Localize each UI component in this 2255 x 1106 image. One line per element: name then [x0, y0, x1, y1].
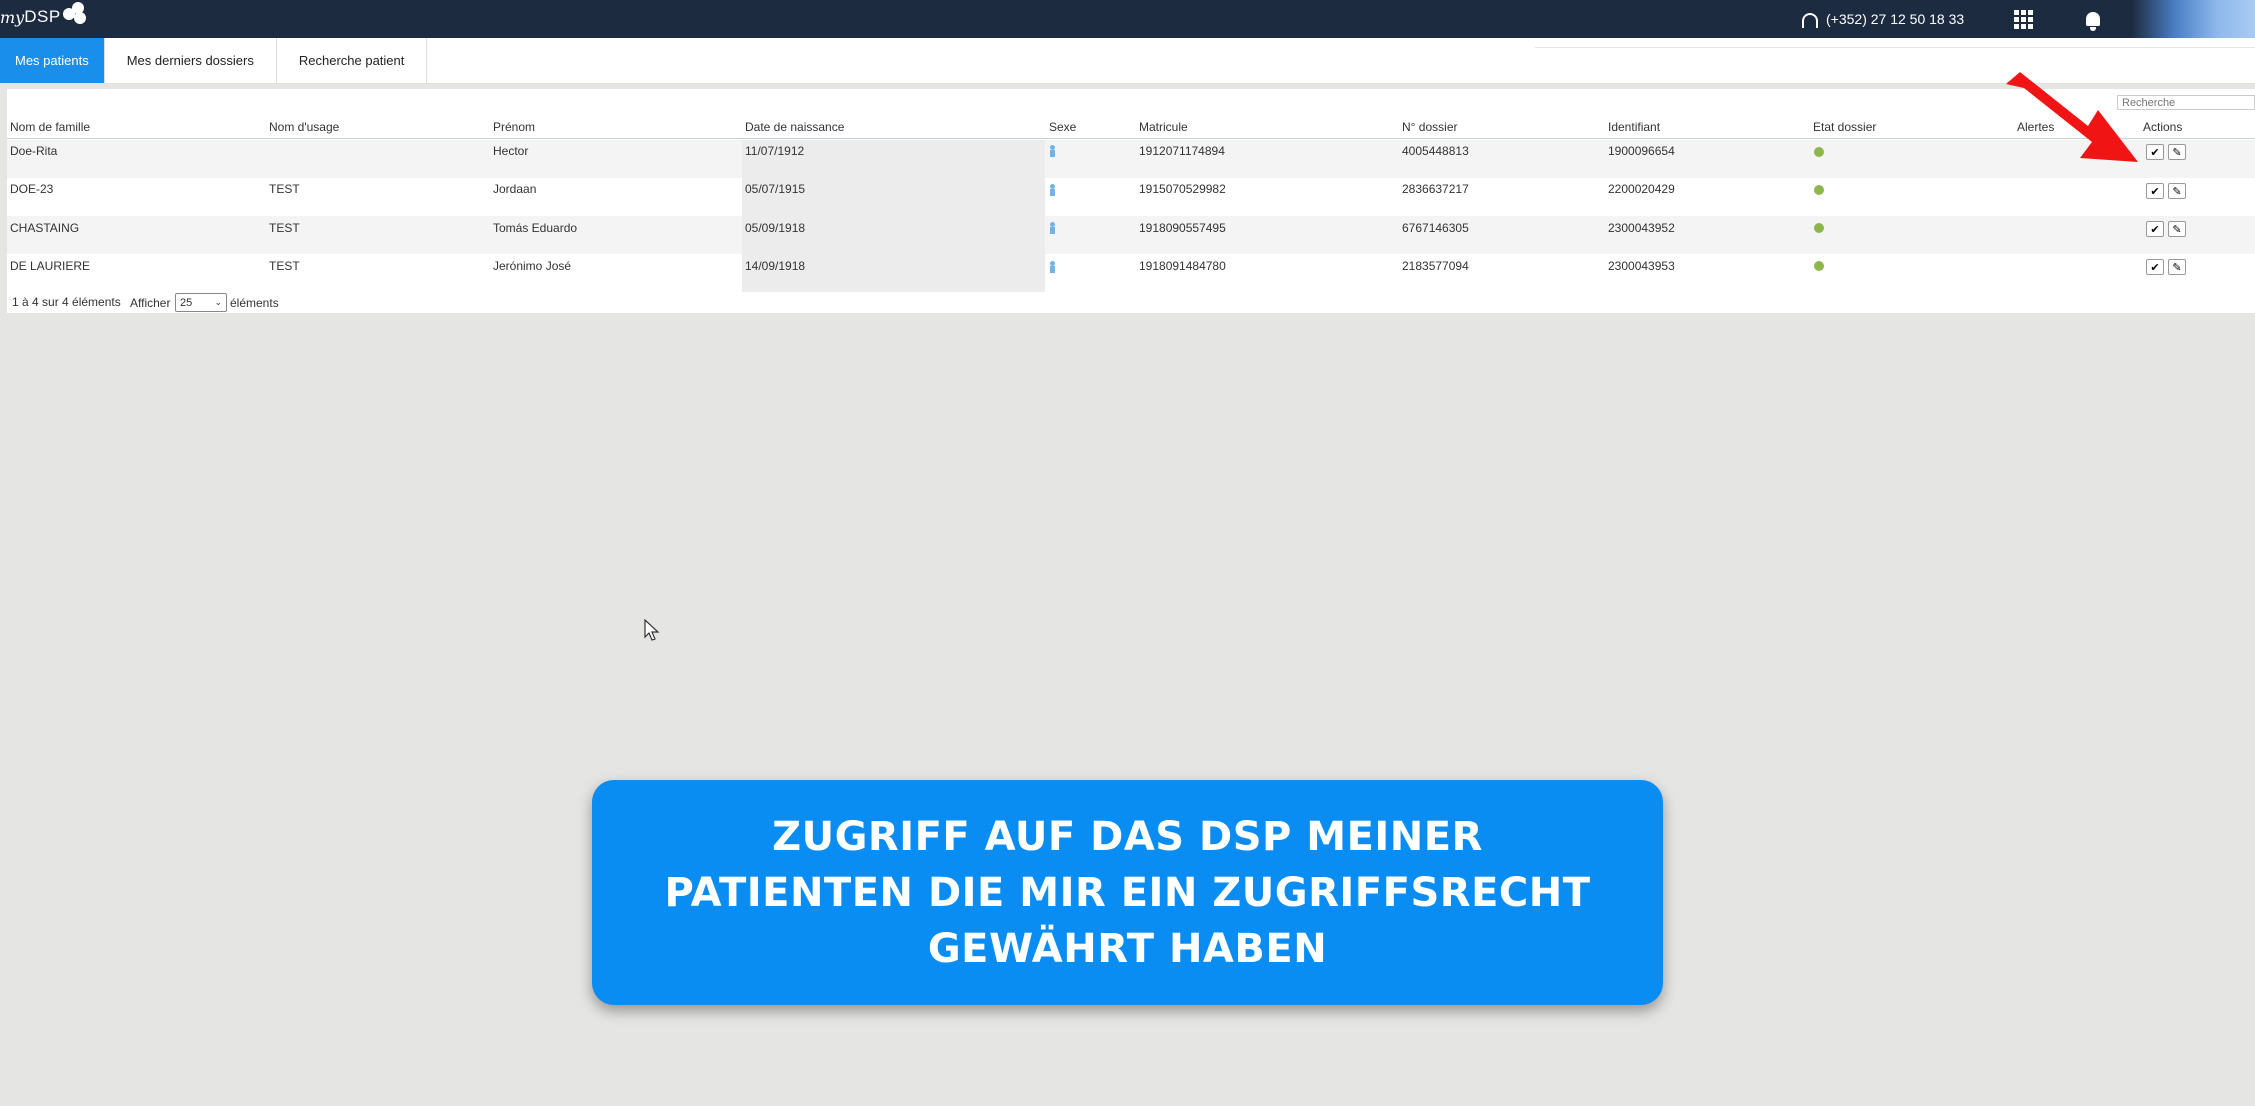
caption-line-1: ZUGRIFF AUF DAS DSP MEINER — [772, 813, 1483, 860]
tabs-divider — [1535, 47, 2255, 48]
cell-date-naissance: 11/07/1912 — [745, 144, 805, 158]
male-icon — [1049, 184, 1056, 196]
cell-nom-famille: DE LAURIERE — [10, 259, 91, 273]
table-row[interactable] — [7, 178, 2255, 216]
tab-bar: Mes patients Mes derniers dossiers Reche… — [0, 38, 2255, 84]
logo-my-text: my — [0, 8, 25, 27]
cell-nom-usage: TEST — [269, 182, 300, 196]
cell-matricule: 1912071174894 — [1139, 144, 1225, 158]
tab-mes-patients[interactable]: Mes patients — [0, 38, 105, 83]
edit-pencil-button[interactable]: ✎ — [2168, 144, 2186, 160]
column-header-prenom[interactable]: Prénom — [493, 120, 535, 134]
caption-line-3: GEWÄHRT HABEN — [927, 925, 1328, 972]
male-icon — [1049, 145, 1056, 157]
notifications-button[interactable] — [2086, 0, 2100, 38]
cell-date-naissance: 05/07/1915 — [745, 182, 806, 196]
cell-n-dossier: 2836637217 — [1402, 182, 1469, 196]
mydsp-logo[interactable]: my DSP — [0, 0, 88, 40]
cell-nom-famille: CHASTAING — [10, 221, 80, 235]
cell-identifiant: 2200020429 — [1608, 182, 1675, 196]
cell-identifiant: 2300043953 — [1608, 259, 1675, 273]
cell-nom-famille: Doe-Rita — [10, 144, 58, 158]
cell-prenom: Jordaan — [493, 182, 537, 196]
column-header-sexe[interactable]: Sexe — [1049, 120, 1076, 134]
bell-icon — [2086, 12, 2100, 31]
column-header-nom-de-famille[interactable]: Nom de famille — [10, 120, 90, 134]
caption-line-2: PATIENTEN DIE MIR EIN ZUGRIFFSRECHT — [664, 869, 1591, 916]
tab-recherche-patient[interactable]: Recherche patient — [277, 38, 428, 83]
page-size-select[interactable]: 25 ⌄ — [175, 293, 227, 312]
caption-text: ZUGRIFF AUF DAS DSP MEINER PATIENTEN DIE… — [664, 809, 1590, 977]
column-header-matricule[interactable]: Matricule — [1139, 120, 1188, 134]
cell-identifiant: 2300043952 — [1608, 221, 1675, 235]
male-icon — [1049, 261, 1056, 273]
cell-date-naissance: 05/09/1918 — [745, 221, 806, 235]
cell-n-dossier: 6767146305 — [1402, 221, 1469, 235]
status-dot-icon — [1814, 185, 1824, 195]
column-header-nom-usage[interactable]: Nom d'usage — [269, 120, 339, 134]
column-header-n-dossier[interactable]: N° dossier — [1402, 120, 1457, 134]
table-row[interactable] — [7, 140, 2255, 178]
cell-prenom: Jerónimo José — [493, 259, 572, 273]
column-header-etat-dossier[interactable]: Etat dossier — [1813, 120, 1876, 134]
caption-banner: ZUGRIFF AUF DAS DSP MEINER PATIENTEN DIE… — [592, 780, 1663, 1005]
tab-mes-derniers-dossiers[interactable]: Mes derniers dossiers — [105, 38, 277, 83]
elements-label: éléments — [230, 296, 279, 310]
edit-pencil-button[interactable]: ✎ — [2168, 183, 2186, 199]
mouse-cursor-icon — [644, 619, 660, 641]
red-arrow-annotation-icon — [2006, 72, 2138, 162]
cell-matricule: 1915070529982 — [1139, 182, 1226, 196]
edit-pencil-button[interactable]: ✎ — [2168, 259, 2186, 275]
cell-matricule: 1918090557495 — [1139, 221, 1226, 235]
edit-pencil-button[interactable]: ✎ — [2168, 221, 2186, 237]
access-check-button[interactable]: ✔ — [2146, 183, 2164, 199]
cell-prenom: Tomás Eduardo — [493, 221, 578, 235]
chevron-down-icon: ⌄ — [214, 297, 222, 307]
table-row[interactable] — [7, 216, 2255, 254]
table-row[interactable] — [7, 254, 2255, 292]
status-dot-icon — [1814, 147, 1824, 157]
access-check-button[interactable]: ✔ — [2146, 221, 2164, 237]
pagination-info: 1 à 4 sur 4 éléments — [12, 295, 121, 309]
user-profile-menu[interactable] — [2132, 0, 2255, 38]
cell-n-dossier: 4005448813 — [1402, 144, 1469, 158]
status-dot-icon — [1814, 261, 1824, 271]
cell-identifiant: 1900096654 — [1608, 144, 1675, 158]
headset-icon — [1802, 12, 1818, 28]
clover-logo-icon — [62, 2, 88, 28]
column-header-date-naissance[interactable]: Date de naissance — [745, 120, 844, 134]
access-check-button[interactable]: ✔ — [2146, 259, 2164, 275]
cell-nom-usage: TEST — [269, 259, 300, 273]
cell-nom-famille: DOE-23 — [10, 182, 54, 196]
cell-matricule: 1918091484780 — [1139, 259, 1226, 273]
support-phone-number: (+352) 27 12 50 18 33 — [1826, 11, 1965, 27]
column-header-identifiant[interactable]: Identifiant — [1608, 120, 1660, 134]
support-phone[interactable]: (+352) 27 12 50 18 33 — [1802, 0, 1964, 38]
cell-date-naissance: 14/09/1918 — [745, 259, 806, 273]
top-navigation-bar: my DSP (+352) 27 12 50 18 33 — [0, 0, 2255, 38]
cell-n-dossier: 2183577094 — [1402, 259, 1469, 273]
logo-dsp-text: DSP — [24, 7, 61, 26]
status-dot-icon — [1814, 223, 1824, 233]
cell-nom-usage: TEST — [269, 221, 300, 235]
page-size-label: Afficher — [130, 296, 171, 310]
cell-prenom: Hector — [493, 144, 529, 158]
header-divider — [7, 138, 2255, 139]
apps-grid-icon — [2014, 9, 2033, 29]
male-icon — [1049, 222, 1056, 234]
page-size-value: 25 — [180, 296, 193, 309]
apps-grid-button[interactable] — [2014, 0, 2033, 38]
